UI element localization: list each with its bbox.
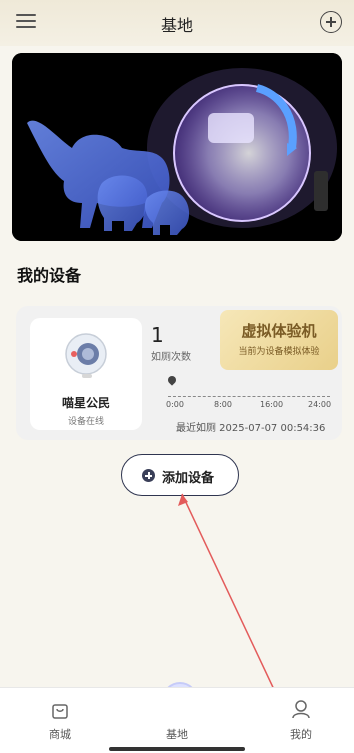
virtual-experience-badge[interactable]: 虚拟体验机 当前为设备模拟体验 <box>220 310 338 370</box>
tab-label: 基地 <box>166 728 188 741</box>
profile-icon <box>292 700 310 719</box>
device-status: 设备在线 <box>67 417 104 427</box>
usage-count: 1 <box>151 323 164 347</box>
tab-mine[interactable]: 我的 <box>261 688 341 753</box>
tab-mall[interactable]: 商城 <box>20 688 100 753</box>
plus-circle-icon <box>142 469 155 482</box>
tab-label: 商城 <box>49 728 71 741</box>
device-name: 喵星公民 <box>61 396 110 410</box>
home-indicator <box>109 747 245 751</box>
tick-label: 24:00 <box>308 400 332 409</box>
tab-label: 我的 <box>290 728 312 741</box>
page-title: 基地 <box>160 16 193 35</box>
tick-label: 8:00 <box>214 400 232 409</box>
location-pin-icon <box>166 374 178 386</box>
my-devices-title: 我的设备 <box>17 266 82 285</box>
top-header: 基地 <box>0 0 354 46</box>
add-device-button[interactable]: 添加设备 <box>121 454 239 496</box>
usage-count-label: 如厕次数 <box>151 352 191 363</box>
add-circle-icon[interactable] <box>320 11 342 33</box>
shopping-bag-icon <box>52 704 68 719</box>
tab-base[interactable]: 基地 <box>137 688 217 753</box>
litter-box-icon <box>65 333 107 378</box>
tick-label: 16:00 <box>260 400 284 409</box>
virtual-title: 虚拟体验机 <box>241 322 317 340</box>
timeline-axis <box>168 396 330 397</box>
virtual-subtitle: 当前为设备模拟体验 <box>238 347 320 357</box>
usage-timeline: 0:00 8:00 16:00 24:00 <box>166 374 332 416</box>
bottom-tab-bar: 商城 基地 我的 <box>0 687 354 753</box>
tick-label: 0:00 <box>166 400 184 409</box>
banner-illustration <box>12 53 342 241</box>
product-banner[interactable] <box>12 53 342 241</box>
last-usage-time: 最近如厕 2025-07-07 00:54:36 <box>176 423 326 434</box>
add-device-label: 添加设备 <box>162 471 215 486</box>
device-tile[interactable]: 喵星公民 设备在线 <box>30 318 142 430</box>
